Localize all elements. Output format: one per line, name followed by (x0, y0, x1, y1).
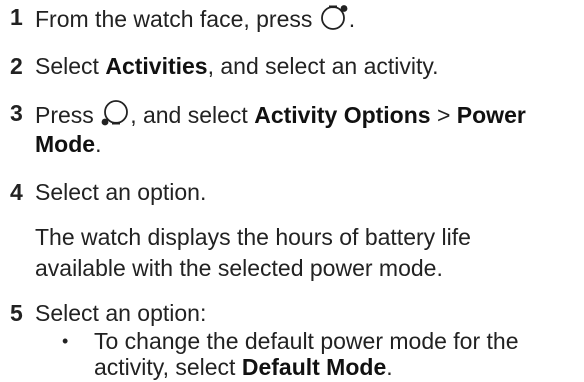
step-text-end: . (95, 131, 102, 157)
step-text-end: . (348, 6, 356, 32)
watch-button-bottom-left-icon (100, 98, 130, 128)
step-number: 1 (10, 4, 23, 30)
step-text: Press (35, 102, 94, 128)
menu-term-power: Power (456, 102, 526, 128)
step-number: 2 (10, 53, 23, 79)
menu-term-mode: Mode (35, 131, 96, 157)
step-text: Select an option: (35, 300, 207, 326)
step-text: From the watch face, press (35, 6, 313, 32)
step-number: 3 (10, 100, 23, 126)
watch-button-top-right-icon (319, 2, 349, 32)
bullet: • (62, 331, 69, 351)
menu-term-activity-options: Activity Options (254, 102, 431, 128)
menu-term-activities: Activities (105, 53, 208, 79)
menu-separator: > (436, 102, 451, 128)
step-text-end: , and select an activity. (207, 53, 439, 79)
step-number: 4 (10, 179, 23, 205)
instruction-list: 1 From the watch face, press . 2 Select … (10, 2, 526, 380)
step-text: Select (35, 53, 99, 79)
menu-term-default-mode: Default Mode (241, 354, 387, 380)
step-number: 5 (10, 300, 23, 326)
step-text: Select an option. (35, 179, 207, 205)
step-text-mid: , and select (130, 102, 248, 128)
